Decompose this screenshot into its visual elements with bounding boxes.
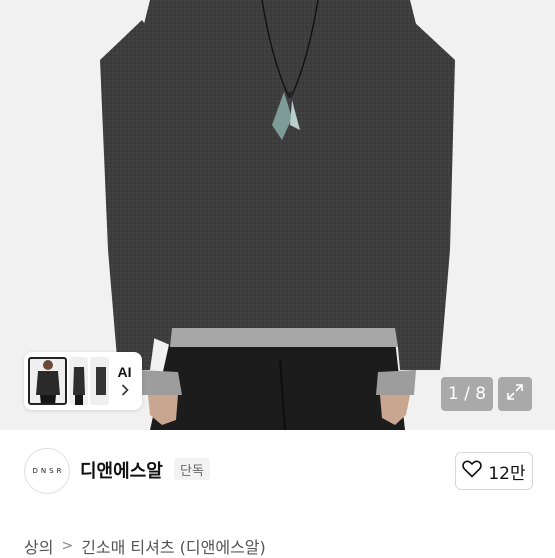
expand-icon — [505, 382, 525, 406]
breadcrumb-item-category[interactable]: 상의 — [24, 534, 53, 558]
like-count: 12만 — [488, 463, 526, 484]
thumbnail-strip[interactable]: AI — [24, 352, 142, 410]
shop-info-row: DNSR 디앤에스알 단독 12만 — [0, 430, 555, 510]
breadcrumb: 상의 > 긴소매 티셔츠 (디앤에스알) — [24, 534, 266, 558]
like-button[interactable]: 12만 — [455, 452, 533, 490]
thumbnail-side[interactable] — [68, 357, 88, 405]
thumbnail-detail[interactable] — [89, 357, 110, 405]
shop-name[interactable]: 디앤에스알 — [80, 457, 163, 483]
expand-button[interactable] — [498, 377, 532, 411]
chevron-right-icon — [121, 383, 129, 399]
image-page-counter-text: 1 / 8 — [447, 384, 487, 404]
ai-label: AI — [117, 363, 132, 380]
heart-outline-icon — [462, 460, 483, 482]
shop-logo-text: DNSR — [32, 467, 65, 475]
ai-button[interactable]: AI — [111, 364, 138, 399]
breadcrumb-item-subcategory[interactable]: 긴소매 티셔츠 (디앤에스알) — [81, 534, 266, 558]
exclusive-badge: 단독 — [174, 458, 210, 480]
breadcrumb-separator: > — [61, 538, 74, 554]
thumbnail-front[interactable] — [28, 357, 67, 405]
image-page-counter: 1 / 8 — [441, 377, 493, 411]
shop-logo[interactable]: DNSR — [24, 448, 70, 494]
